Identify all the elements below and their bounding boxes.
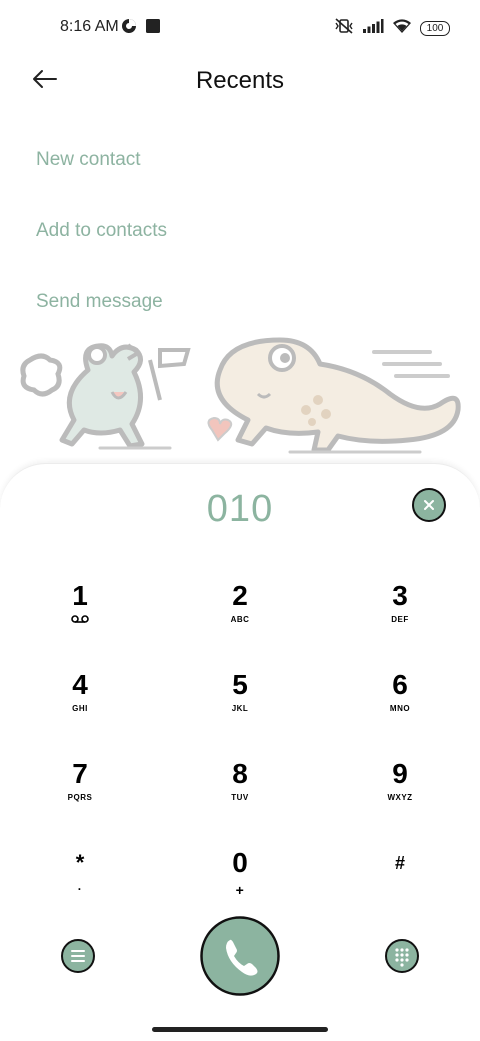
key-7[interactable]: 7 PQRS	[25, 758, 135, 830]
battery-icon: 100	[420, 21, 450, 36]
key-3-digit: 3	[392, 580, 408, 611]
status-time: 8:16 AM	[60, 18, 119, 35]
key-8-letters: TUV	[231, 793, 249, 802]
key-6[interactable]: 6 MNO	[345, 669, 455, 741]
new-contact-link[interactable]: New contact	[36, 149, 141, 171]
square-notification-icon	[145, 18, 161, 39]
signal-icon	[362, 18, 384, 39]
key-star[interactable]: * ·	[25, 847, 135, 919]
dialed-number: 010	[206, 488, 274, 530]
key-1[interactable]: 1	[25, 580, 135, 652]
voicemail-icon	[25, 615, 135, 625]
wifi-icon	[392, 18, 412, 39]
dialer-panel: 010 1 2 ABC 3 DEF 4 GHI 5 JKL 6 MNO 7 PQ…	[0, 463, 480, 1041]
menu-icon	[61, 939, 95, 977]
key-4-digit: 4	[72, 669, 88, 700]
data-saver-icon	[121, 18, 137, 39]
key-3[interactable]: 3 DEF	[345, 580, 455, 652]
key-6-digit: 6	[392, 669, 408, 700]
key-hash-digit: #	[394, 853, 405, 873]
clear-button[interactable]	[412, 488, 446, 522]
key-8[interactable]: 8 TUV	[185, 758, 295, 830]
call-button[interactable]	[200, 916, 280, 1001]
header: Recents	[0, 56, 480, 106]
keypad-icon	[385, 939, 419, 977]
key-5-letters: JKL	[231, 704, 249, 713]
vibrate-off-icon	[334, 17, 354, 40]
home-indicator[interactable]	[152, 1027, 328, 1032]
key-4-letters: GHI	[72, 704, 88, 713]
key-0-letters: +	[235, 882, 245, 898]
key-0-digit: 0	[232, 847, 248, 878]
frog-lizard-illustration	[20, 337, 461, 454]
key-8-digit: 8	[232, 758, 248, 789]
key-star-digit: *	[75, 850, 85, 875]
key-2-digit: 2	[232, 580, 248, 611]
menu-button[interactable]	[61, 939, 95, 978]
key-9-digit: 9	[392, 758, 408, 789]
key-7-letters: PQRS	[67, 793, 93, 802]
key-9-letters: WXYZ	[387, 793, 413, 802]
key-9[interactable]: 9 WXYZ	[345, 758, 455, 830]
key-4[interactable]: 4 GHI	[25, 669, 135, 741]
key-6-letters: MNO	[389, 704, 411, 713]
key-2[interactable]: 2 ABC	[185, 580, 295, 652]
key-5[interactable]: 5 JKL	[185, 669, 295, 741]
phone-icon	[200, 916, 280, 1000]
key-7-digit: 7	[72, 758, 88, 789]
key-star-letters: ·	[77, 882, 83, 896]
key-hash[interactable]: #	[345, 847, 455, 919]
status-bar: 8:16 AM 100	[0, 0, 480, 56]
keypad-button[interactable]	[385, 939, 419, 978]
page-title: Recents	[195, 67, 285, 94]
add-to-contacts-link[interactable]: Add to contacts	[36, 220, 167, 242]
key-0[interactable]: 0 +	[185, 847, 295, 919]
key-3-letters: DEF	[391, 615, 409, 624]
key-1-digit: 1	[72, 580, 88, 611]
key-5-digit: 5	[232, 669, 248, 700]
clear-icon	[412, 488, 446, 526]
send-message-link[interactable]: Send message	[36, 291, 163, 313]
key-2-letters: ABC	[230, 615, 250, 624]
